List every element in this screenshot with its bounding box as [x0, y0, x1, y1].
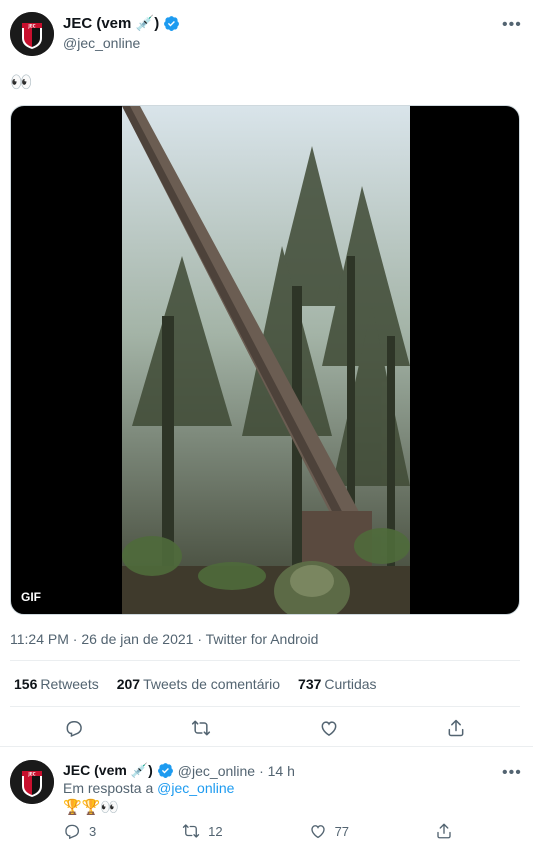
- divider: [10, 660, 520, 661]
- retweet-count: 12: [208, 823, 223, 839]
- like-icon: [321, 721, 337, 736]
- reply-button[interactable]: [56, 710, 92, 746]
- reply-time[interactable]: · 14 h: [259, 763, 295, 779]
- gif-badge: GIF: [21, 590, 41, 604]
- tweet-text: 👀: [10, 72, 33, 92]
- reply-prefix: Em resposta a: [63, 780, 158, 796]
- tweet-timestamp[interactable]: 11:24 PM · 26 de jan de 2021 · Twitter f…: [10, 631, 318, 647]
- tweet-media[interactable]: GIF: [10, 105, 520, 615]
- avatar[interactable]: JEC: [10, 760, 54, 804]
- tweet-stats: 156 Retweets 207 Tweets de comentário 737 C…: [14, 676, 377, 692]
- likes-label: Curtidas: [324, 676, 377, 692]
- svg-text:JEC: JEC: [27, 772, 35, 777]
- retweet-button[interactable]: [183, 710, 219, 746]
- reply-icon: [65, 824, 80, 840]
- like-button[interactable]: [311, 710, 347, 746]
- reply-tweet[interactable]: JEC JEC (vem 💉) @jec_online · 14 h ••• E…: [0, 748, 533, 851]
- retweets-count: 156: [14, 676, 38, 692]
- reply-author-row: JEC (vem 💉) @jec_online · 14 h: [63, 762, 295, 779]
- retweets-label: Retweets: [40, 676, 99, 692]
- gif-video[interactable]: [122, 106, 410, 614]
- reply-icon: [66, 721, 82, 738]
- share-icon: [437, 823, 451, 839]
- like-count: 77: [334, 823, 350, 839]
- author-handle[interactable]: @jec_online: [63, 35, 140, 51]
- retweets-stat[interactable]: 156 Retweets: [14, 676, 99, 692]
- author-row[interactable]: JEC (vem 💉): [63, 14, 180, 32]
- avatar[interactable]: JEC: [10, 12, 54, 56]
- reply-button[interactable]: 3: [63, 822, 96, 840]
- retweet-button[interactable]: 12: [182, 822, 223, 840]
- likes-stat[interactable]: 737 Curtidas: [298, 676, 377, 692]
- comments-stat[interactable]: 207 Tweets de comentário: [117, 676, 280, 692]
- jec-crest-icon: JEC: [10, 12, 54, 56]
- verified-badge-icon: [157, 763, 173, 778]
- forest-scene: [122, 106, 410, 614]
- like-icon: [310, 825, 325, 839]
- svg-text:JEC: JEC: [27, 24, 35, 29]
- reply-actions: 3 12 77: [63, 822, 453, 840]
- reply-to-link[interactable]: @jec_online: [157, 780, 234, 796]
- retweet-icon: [182, 824, 200, 838]
- comments-label: Tweets de comentário: [143, 676, 281, 692]
- reply-context: Em resposta a @jec_online: [63, 780, 234, 796]
- divider: [10, 706, 520, 707]
- tweet-actions: [10, 710, 520, 746]
- reply-count: 3: [89, 823, 97, 839]
- comments-count: 207: [116, 676, 141, 692]
- share-button[interactable]: [435, 822, 453, 840]
- more-icon[interactable]: •••: [502, 764, 522, 782]
- main-tweet: JEC JEC (vem 💉) @jec_online ••• 👀 GIF 11…: [0, 0, 533, 747]
- verified-badge-icon: [164, 15, 180, 31]
- reply-handle[interactable]: @jec_online: [178, 763, 255, 779]
- display-name[interactable]: JEC (vem 💉): [63, 762, 153, 779]
- retweet-icon: [192, 720, 211, 736]
- likes-count: 737: [298, 676, 322, 692]
- display-name[interactable]: JEC (vem 💉): [63, 14, 159, 32]
- more-icon[interactable]: •••: [502, 16, 522, 34]
- share-icon: [448, 719, 464, 737]
- like-button[interactable]: 77: [309, 822, 349, 840]
- jec-crest-icon: JEC: [10, 760, 54, 804]
- reply-text: 🏆🏆👀: [63, 799, 120, 816]
- share-button[interactable]: [438, 710, 474, 746]
